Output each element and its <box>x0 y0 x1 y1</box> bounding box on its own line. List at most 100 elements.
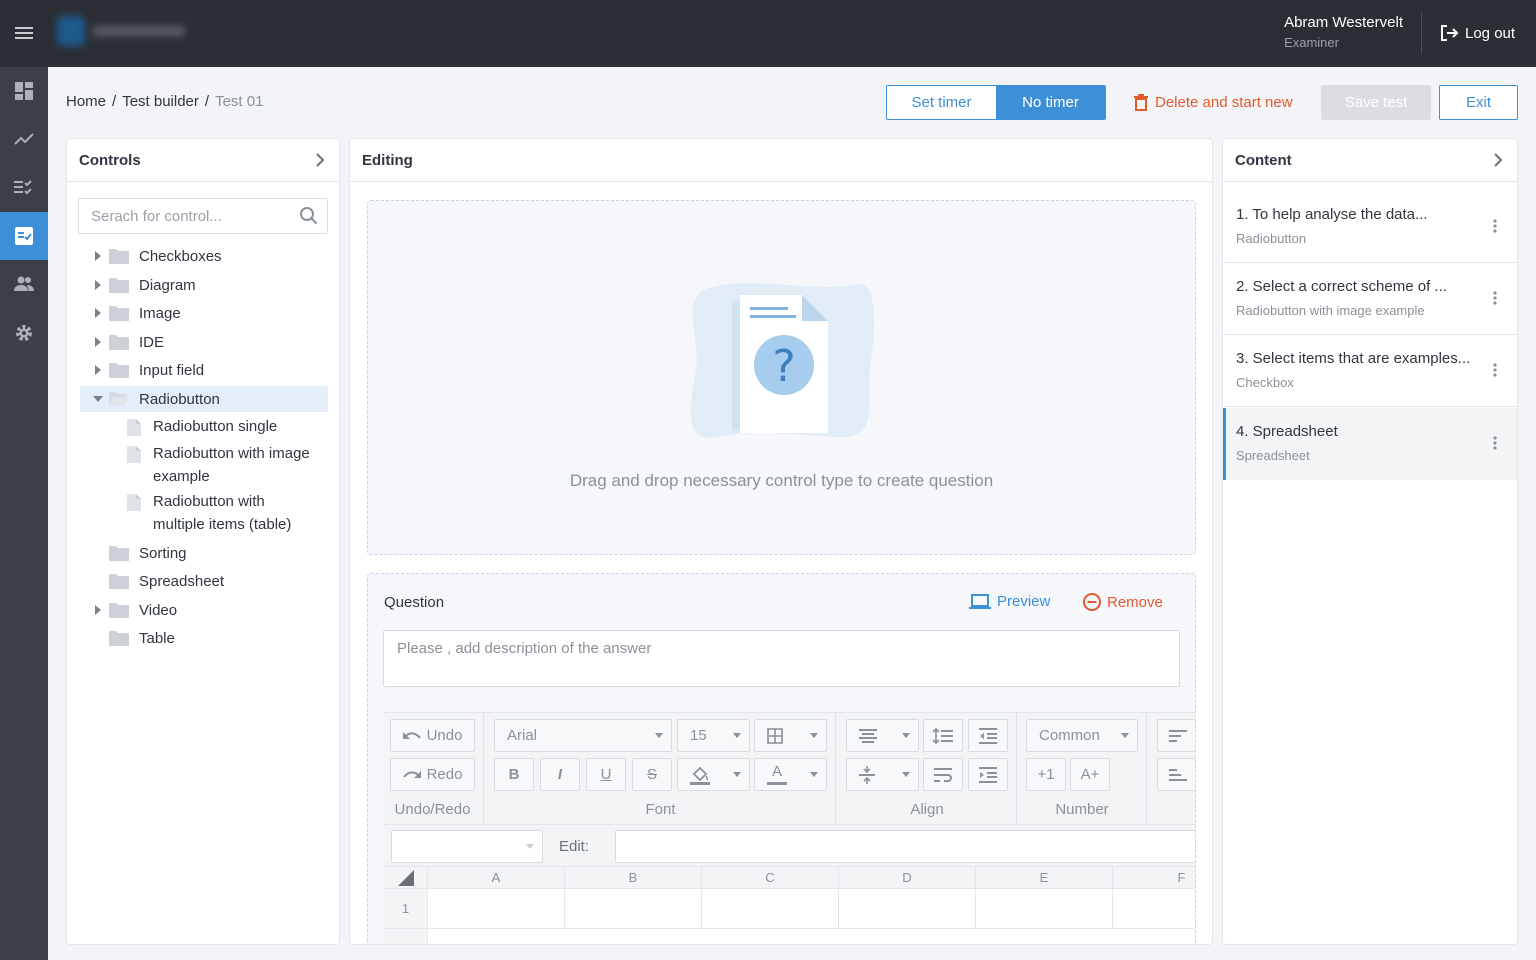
text-align-bottom-button[interactable] <box>1157 758 1195 791</box>
remove-button[interactable]: Remove <box>1083 593 1163 611</box>
text-align-left-button[interactable] <box>1157 719 1195 752</box>
wrap-text-button[interactable] <box>923 758 963 791</box>
cell[interactable] <box>428 889 565 929</box>
content-item[interactable]: 2. Select a correct scheme of ... Radiob… <box>1223 263 1517 335</box>
align-left-icon <box>1168 729 1187 742</box>
dropdown-arrow-icon <box>810 772 818 777</box>
undo-button[interactable]: Undo <box>390 719 475 752</box>
hamburger-menu-icon[interactable] <box>14 22 34 44</box>
horizontal-align-select[interactable] <box>846 719 919 752</box>
caret-right-icon[interactable] <box>93 251 103 261</box>
drop-zone[interactable]: ? Drag and drop necessary control type t… <box>367 200 1196 555</box>
caret-down-icon[interactable] <box>93 394 103 404</box>
top-bar: Abram Westervelt Examiner Log out <box>0 0 1536 67</box>
cell[interactable] <box>1113 889 1195 929</box>
bold-button[interactable]: B <box>494 758 534 791</box>
chevron-right-icon[interactable] <box>1493 152 1503 168</box>
nav-checklist[interactable] <box>0 163 48 211</box>
decrease-indent-button[interactable] <box>968 719 1008 752</box>
cell[interactable] <box>565 889 702 929</box>
caret-right-icon[interactable] <box>93 365 103 375</box>
row-header[interactable]: 1 <box>384 889 428 929</box>
preview-button[interactable]: Preview <box>969 593 1050 610</box>
column-header[interactable]: B <box>565 867 702 889</box>
chevron-right-icon[interactable] <box>315 152 325 168</box>
underline-button[interactable]: U <box>586 758 626 791</box>
column-header[interactable]: D <box>839 867 976 889</box>
nav-users[interactable] <box>0 260 48 308</box>
column-header[interactable]: E <box>976 867 1113 889</box>
caret-right-icon[interactable] <box>93 280 103 290</box>
align-center-icon <box>859 728 877 743</box>
tree-item-video[interactable]: Video <box>93 597 177 623</box>
font-family-value: Arial <box>507 727 538 744</box>
nav-dashboard[interactable] <box>0 67 48 115</box>
column-header[interactable]: F <box>1113 867 1195 889</box>
content-item-title: 4. Spreadsheet <box>1236 423 1338 440</box>
italic-button[interactable]: I <box>540 758 580 791</box>
breadcrumb-separator: / <box>112 93 117 110</box>
font-color-select[interactable]: A <box>754 758 827 791</box>
vertical-align-select[interactable] <box>846 758 919 791</box>
borders-select[interactable] <box>754 719 827 752</box>
cell[interactable] <box>976 889 1113 929</box>
tree-item-table[interactable]: Table <box>109 625 175 651</box>
strikethrough-button[interactable]: S <box>632 758 672 791</box>
redo-button[interactable]: Redo <box>390 758 475 791</box>
number-format-select[interactable]: Common <box>1026 719 1138 752</box>
delete-and-start-new-button[interactable]: Delete and start new <box>1134 85 1293 120</box>
nav-test-builder[interactable] <box>0 212 48 260</box>
tree-item-spreadsheet[interactable]: Spreadsheet <box>109 568 224 594</box>
increase-decimal-button[interactable]: +1 <box>1026 758 1066 791</box>
more-vertical-icon[interactable] <box>1493 436 1497 450</box>
row-header[interactable] <box>384 929 428 944</box>
font-family-select[interactable]: Arial <box>494 719 672 752</box>
tree-leaf-radiobutton-single[interactable]: Radiobutton single <box>127 415 277 438</box>
breadcrumb-test-builder[interactable]: Test builder <box>122 93 199 110</box>
column-header[interactable]: A <box>428 867 565 889</box>
content-item-type: Checkbox <box>1236 375 1294 390</box>
no-timer-button[interactable]: No timer <box>996 86 1105 119</box>
tree-leaf-radiobutton-table[interactable]: Radiobutton with multiple items (table) <box>127 490 291 536</box>
dropdown-arrow-icon <box>902 772 910 777</box>
content-item-active[interactable]: 4. Spreadsheet Spreadsheet <box>1223 408 1517 480</box>
tree-item-diagram[interactable]: Diagram <box>93 272 196 298</box>
select-all-corner[interactable] <box>384 867 428 889</box>
caret-right-icon[interactable] <box>93 308 103 318</box>
content-item[interactable]: 1. To help analyse the data... Radiobutt… <box>1223 191 1517 263</box>
nav-analytics[interactable] <box>0 115 48 163</box>
logout-button[interactable]: Log out <box>1439 22 1515 44</box>
column-header[interactable]: C <box>702 867 839 889</box>
cell[interactable] <box>702 889 839 929</box>
more-vertical-icon[interactable] <box>1493 363 1497 377</box>
more-vertical-icon[interactable] <box>1493 219 1497 233</box>
tree-item-ide[interactable]: IDE <box>93 329 164 355</box>
caret-right-icon[interactable] <box>93 605 103 615</box>
exit-button[interactable]: Exit <box>1439 85 1518 120</box>
increase-indent-button[interactable] <box>968 758 1008 791</box>
nav-settings[interactable] <box>0 309 48 357</box>
set-timer-button[interactable]: Set timer <box>887 86 996 119</box>
question-label: Question <box>384 594 445 611</box>
cell[interactable] <box>839 889 976 929</box>
search-control-input[interactable]: Serach for control... <box>78 198 328 234</box>
tree-leaf-radiobutton-image[interactable]: Radiobutton with image example <box>127 442 310 488</box>
fill-color-select[interactable] <box>677 758 750 791</box>
tree-item-input-field[interactable]: Input field <box>93 357 204 383</box>
more-vertical-icon[interactable] <box>1493 291 1497 305</box>
save-test-button[interactable]: Save test <box>1321 85 1431 120</box>
tree-item-sorting[interactable]: Sorting <box>109 540 187 566</box>
search-icon[interactable] <box>299 206 319 226</box>
breadcrumb-home[interactable]: Home <box>66 93 106 110</box>
tree-item-checkboxes[interactable]: Checkboxes <box>93 243 222 269</box>
tree-item-image[interactable]: Image <box>93 300 181 326</box>
description-input[interactable]: Please , add description of the answer <box>383 630 1180 687</box>
content-item[interactable]: 3. Select items that are examples... Che… <box>1223 335 1517 407</box>
tree-item-radiobutton[interactable]: Radiobutton <box>80 386 328 412</box>
line-spacing-button[interactable] <box>923 719 963 752</box>
increase-font-button[interactable]: A+ <box>1070 758 1110 791</box>
formula-input[interactable] <box>615 830 1195 863</box>
caret-right-icon[interactable] <box>93 337 103 347</box>
cell-reference-select[interactable] <box>391 830 543 863</box>
font-size-select[interactable]: 15 <box>677 719 750 752</box>
